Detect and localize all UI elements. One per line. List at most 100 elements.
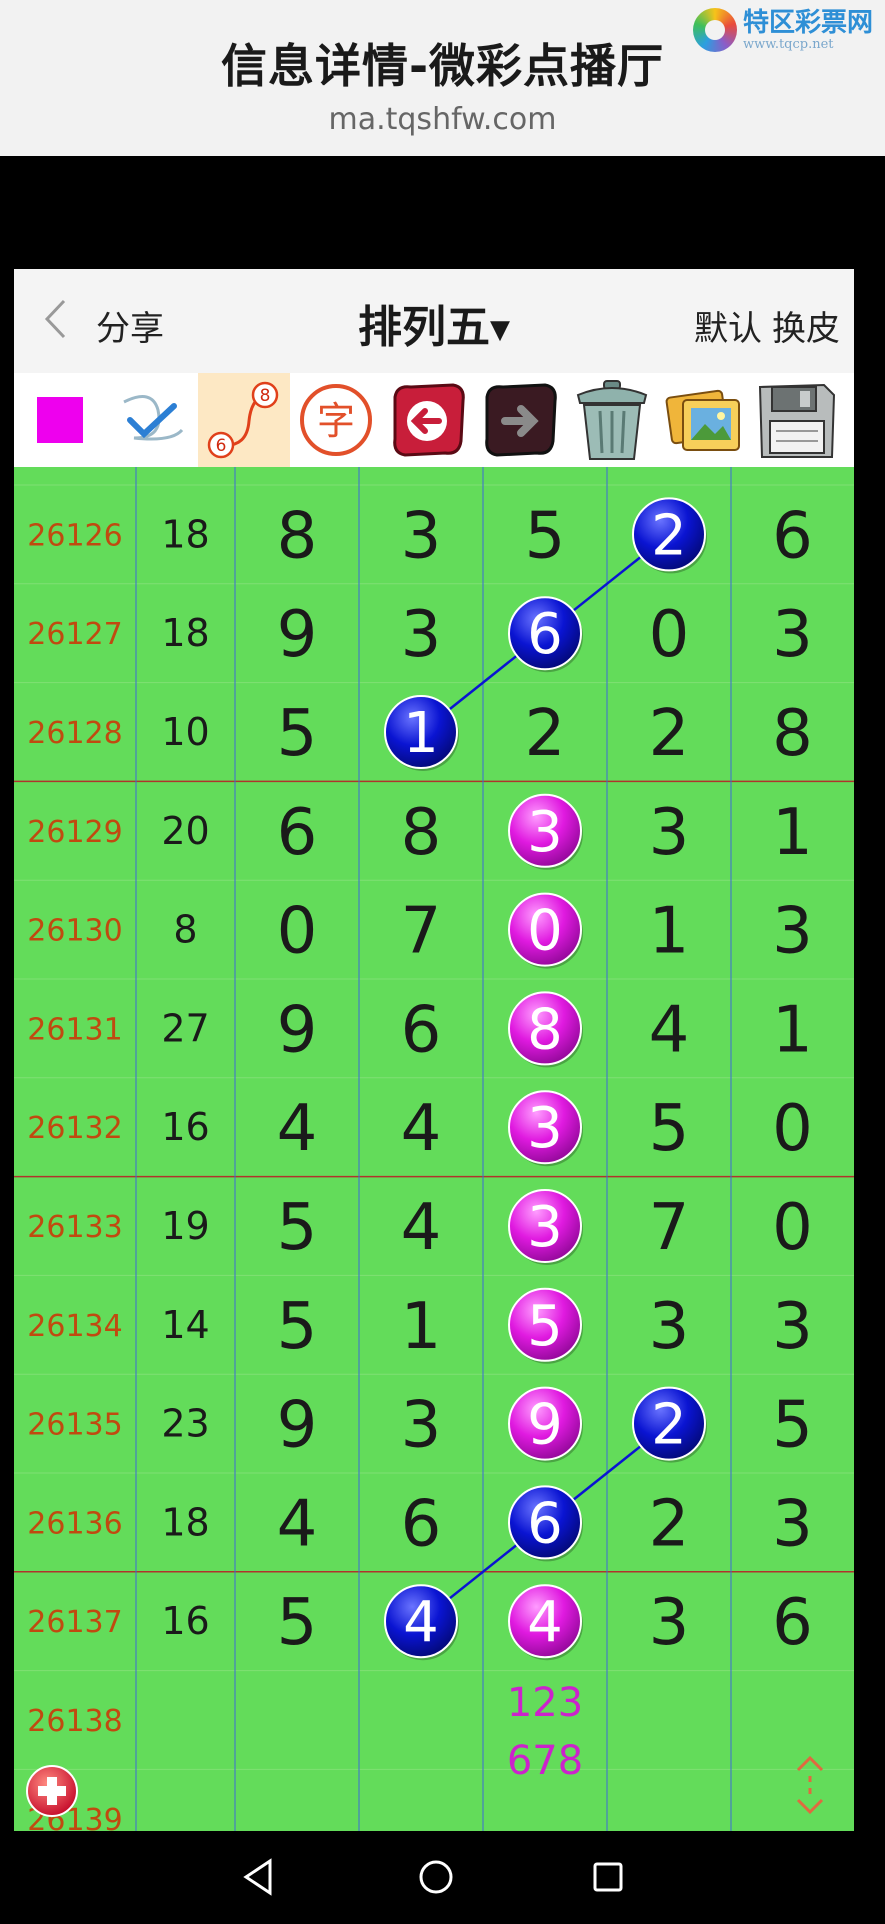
digit-sum: 8 bbox=[173, 908, 197, 952]
digit: 0 bbox=[649, 598, 690, 672]
marked-digit: 3 bbox=[527, 800, 563, 865]
brand-logo: 特区彩票网 www.tqcp.net bbox=[692, 8, 873, 52]
issue-number: 26129 bbox=[27, 815, 122, 850]
digit: 2 bbox=[525, 697, 566, 771]
digit: 8 bbox=[772, 697, 813, 771]
digit-sum: 14 bbox=[161, 1303, 209, 1347]
lottery-title: 排列五 bbox=[358, 302, 490, 353]
digit: 0 bbox=[772, 1191, 813, 1265]
digit: 4 bbox=[277, 1092, 318, 1166]
digit: 1 bbox=[772, 993, 813, 1067]
home-circle-icon[interactable] bbox=[416, 1857, 456, 1897]
issue-number: 26137 bbox=[27, 1605, 122, 1640]
digit: 3 bbox=[772, 895, 813, 969]
digit: 2 bbox=[649, 1487, 690, 1561]
marked-digit: 2 bbox=[651, 1393, 687, 1458]
digit: 7 bbox=[649, 1191, 690, 1265]
system-nav-bar bbox=[0, 1831, 885, 1924]
digit: 5 bbox=[525, 499, 566, 573]
digit: 2 bbox=[649, 697, 690, 771]
digit: 8 bbox=[277, 499, 318, 573]
save-disk-icon[interactable] bbox=[750, 373, 842, 467]
digit: 6 bbox=[401, 1487, 442, 1561]
brand-site: www.tqcp.net bbox=[742, 36, 834, 52]
digit: 5 bbox=[277, 1191, 318, 1265]
curve-label-top: 8 bbox=[260, 386, 271, 406]
scroll-arrows-icon[interactable] bbox=[788, 1752, 832, 1818]
color-square-icon[interactable] bbox=[14, 373, 106, 467]
curve-label-bottom: 6 bbox=[216, 436, 227, 456]
digit: 3 bbox=[772, 1487, 813, 1561]
digit-sum: 20 bbox=[161, 809, 209, 853]
digit: 1 bbox=[401, 1290, 442, 1364]
marked-digit: 6 bbox=[527, 1491, 563, 1556]
default-button[interactable]: 默认 bbox=[694, 309, 762, 349]
tool-bar: 8 6 字 bbox=[14, 373, 854, 467]
trash-icon[interactable] bbox=[566, 373, 658, 467]
pen-check-icon[interactable] bbox=[106, 373, 198, 467]
skin-button[interactable]: 换皮 bbox=[772, 309, 840, 349]
photos-icon[interactable] bbox=[658, 373, 750, 467]
digit: 8 bbox=[401, 796, 442, 870]
marked-digit: 6 bbox=[527, 602, 563, 667]
marked-digit: 4 bbox=[403, 1590, 439, 1655]
recents-square-icon[interactable] bbox=[590, 1859, 626, 1895]
page-url: ma.tqshfw.com bbox=[328, 102, 557, 137]
forward-arrow-icon[interactable] bbox=[474, 373, 566, 467]
digit: 9 bbox=[277, 1389, 318, 1463]
marked-digit: 3 bbox=[527, 1195, 563, 1260]
nav-bar: 分享 排列五▼ 默认 换皮 bbox=[14, 269, 854, 373]
marked-digit: 4 bbox=[527, 1590, 563, 1655]
plus-icon[interactable] bbox=[24, 1763, 80, 1819]
marked-digit: 5 bbox=[527, 1294, 563, 1359]
digit: 5 bbox=[772, 1389, 813, 1463]
marked-digit: 1 bbox=[403, 701, 439, 766]
back-triangle-icon[interactable] bbox=[240, 1857, 276, 1897]
prediction-text: 678 bbox=[507, 1738, 583, 1784]
digit: 9 bbox=[277, 993, 318, 1067]
marked-digit: 2 bbox=[651, 503, 687, 568]
digit: 3 bbox=[772, 598, 813, 672]
issue-number: 26138 bbox=[27, 1704, 122, 1739]
digit-sum: 10 bbox=[161, 710, 209, 754]
digit: 1 bbox=[772, 796, 813, 870]
issue-number: 26136 bbox=[27, 1506, 122, 1541]
digit: 6 bbox=[772, 499, 813, 573]
digit: 3 bbox=[649, 796, 690, 870]
digit: 0 bbox=[277, 895, 318, 969]
marked-digit: 9 bbox=[527, 1393, 563, 1458]
digit: 4 bbox=[401, 1092, 442, 1166]
digit-sum: 18 bbox=[161, 611, 209, 655]
issue-number: 26131 bbox=[27, 1012, 122, 1047]
curve-link-icon[interactable]: 8 6 bbox=[198, 373, 290, 467]
marked-digit: 0 bbox=[527, 899, 563, 964]
issue-number: 26134 bbox=[27, 1309, 122, 1344]
back-arrow-icon[interactable] bbox=[382, 373, 474, 467]
digit: 3 bbox=[649, 1290, 690, 1364]
prediction-text: 123 bbox=[507, 1680, 583, 1726]
digit: 5 bbox=[277, 1290, 318, 1364]
digit-sum: 16 bbox=[161, 1599, 209, 1643]
issue-number: 26135 bbox=[27, 1408, 122, 1443]
digit: 3 bbox=[401, 1389, 442, 1463]
marked-digit: 3 bbox=[527, 1096, 563, 1161]
digit: 5 bbox=[649, 1092, 690, 1166]
digit-sum: 27 bbox=[161, 1006, 209, 1050]
dropdown-caret-icon: ▼ bbox=[490, 315, 510, 345]
digit-sum: 18 bbox=[161, 1500, 209, 1544]
browser-header: 信息详情-微彩点播厅 ma.tqshfw.com 特区彩票网 www.tqcp.… bbox=[0, 0, 885, 156]
digit: 6 bbox=[772, 1586, 813, 1660]
lottery-trend-grid[interactable]: 26126 18 8 3 5 2 626127 18 9 3 6 0 326128 10 5 1 2 2 82612… bbox=[14, 467, 854, 1831]
digit: 3 bbox=[401, 499, 442, 573]
digit: 5 bbox=[277, 697, 318, 771]
digit: 5 bbox=[277, 1586, 318, 1660]
character-icon[interactable]: 字 bbox=[290, 373, 382, 467]
digit-sum: 23 bbox=[161, 1402, 209, 1446]
digit-sum: 16 bbox=[161, 1105, 209, 1149]
digit: 4 bbox=[649, 993, 690, 1067]
issue-number: 26127 bbox=[27, 617, 122, 652]
digit-sum: 18 bbox=[161, 512, 209, 556]
issue-number: 26133 bbox=[27, 1210, 122, 1245]
brand-swirl-icon bbox=[692, 8, 737, 52]
marked-digit: 8 bbox=[527, 997, 563, 1062]
